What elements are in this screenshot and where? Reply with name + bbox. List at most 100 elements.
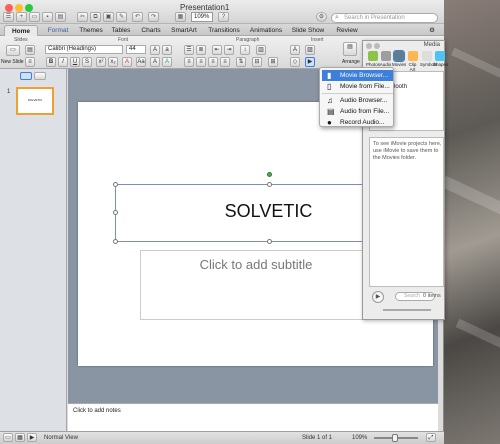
columns-icon[interactable]: ▥: [256, 45, 266, 55]
tab-animations[interactable]: Animations: [247, 25, 285, 36]
redo-icon[interactable]: ↷: [148, 12, 159, 22]
outline-view-tab[interactable]: [34, 72, 46, 80]
sidebar-toggle-icon[interactable]: ☰: [3, 12, 14, 22]
arrange-button[interactable]: Arrange: [342, 59, 360, 65]
media-tab-audio[interactable]: Audio: [379, 51, 392, 67]
indent-icon[interactable]: ⇥: [224, 45, 234, 55]
format-painter-icon[interactable]: ✎: [116, 12, 127, 22]
menu-item-record-audio[interactable]: ● Record Audio...: [322, 117, 393, 128]
group-label-slides: Slides: [14, 37, 28, 43]
slide-counter: Slide 1 of 1: [302, 435, 333, 441]
align-right-icon[interactable]: ≡: [208, 57, 218, 67]
section-icon[interactable]: ≡: [25, 57, 35, 67]
tab-tables[interactable]: Tables: [109, 25, 133, 36]
slideshow-view-icon[interactable]: ▶: [27, 433, 37, 442]
copy-icon[interactable]: ⧉: [90, 12, 101, 22]
minimize-window-button[interactable]: [15, 4, 23, 12]
resize-handle[interactable]: [113, 182, 118, 187]
bullets-icon[interactable]: ☰: [184, 45, 194, 55]
tab-charts[interactable]: Charts: [139, 25, 163, 36]
search-input[interactable]: ⌕ Search in Presentation: [331, 13, 438, 23]
underline-icon[interactable]: U: [70, 57, 80, 67]
font-color-icon[interactable]: A: [122, 57, 132, 67]
picture-icon[interactable]: ▨: [305, 45, 315, 55]
media-tab-clip-art[interactable]: Clip Art: [406, 51, 419, 72]
new-slide-icon[interactable]: ▭: [6, 45, 20, 56]
help-icon[interactable]: ?: [218, 12, 229, 22]
settings-icon[interactable]: ⚙: [316, 12, 327, 22]
undo-icon[interactable]: ↶: [132, 12, 143, 22]
resize-handle[interactable]: [267, 239, 272, 244]
shape-icon[interactable]: ◇: [290, 57, 300, 67]
media-tab-shapes[interactable]: Shapes: [433, 51, 448, 67]
resize-handle[interactable]: [113, 210, 118, 215]
layout-icon[interactable]: ▤: [25, 45, 35, 55]
bold-icon[interactable]: B: [46, 57, 56, 67]
tab-transitions[interactable]: Transitions: [206, 25, 242, 36]
menu-item-audio-browser[interactable]: ♫ Audio Browser...: [322, 95, 393, 106]
line-spacing-icon[interactable]: ↕: [240, 45, 250, 55]
desktop-background: [440, 0, 500, 444]
tab-slide-show[interactable]: Slide Show: [291, 25, 325, 36]
resize-handle[interactable]: [113, 239, 118, 244]
text-box-icon[interactable]: A: [290, 45, 300, 55]
grow-font-icon[interactable]: A: [150, 45, 160, 55]
save-icon[interactable]: ▪: [42, 12, 53, 22]
menu-item-audio-from-file[interactable]: ▤ Audio from File...: [322, 106, 393, 117]
cut-icon[interactable]: ✂: [77, 12, 88, 22]
zoom-field[interactable]: 109%: [191, 12, 213, 22]
sorter-view-icon[interactable]: ▦: [15, 433, 25, 442]
align-text-icon[interactable]: ⊟: [252, 57, 262, 67]
outdent-icon[interactable]: ⇤: [212, 45, 222, 55]
align-center-icon[interactable]: ≡: [196, 57, 206, 67]
ribbon-options-icon[interactable]: ⚙: [425, 25, 439, 36]
shrink-font-icon[interactable]: a: [162, 45, 172, 55]
smartart-convert-icon[interactable]: ⊞: [268, 57, 278, 67]
subscript-icon[interactable]: x₂: [108, 57, 118, 67]
notes-placeholder[interactable]: Click to add notes: [73, 408, 121, 414]
open-icon[interactable]: ▭: [29, 12, 40, 22]
clear-format-icon[interactable]: A: [150, 57, 160, 67]
font-name-field[interactable]: Calibri (Headings): [45, 45, 123, 54]
menu-item-movie-from-file[interactable]: ▯ Movie from File...: [322, 81, 393, 92]
justify-icon[interactable]: ≡: [220, 57, 230, 67]
resize-handle[interactable]: [267, 182, 272, 187]
highlight-icon[interactable]: A: [162, 57, 172, 67]
tab-format[interactable]: Format: [44, 25, 72, 36]
align-left-icon[interactable]: ≡: [184, 57, 194, 67]
media-icon[interactable]: ▶: [305, 57, 315, 67]
italic-icon[interactable]: I: [58, 57, 68, 67]
tab-themes[interactable]: Themes: [77, 25, 105, 36]
normal-view-icon[interactable]: ▭: [3, 433, 13, 442]
fit-window-icon[interactable]: ⤢: [426, 433, 436, 442]
media-tab-photos[interactable]: Photos: [366, 51, 380, 67]
print-icon[interactable]: ▤: [55, 12, 66, 22]
media-tab-symbols[interactable]: Symbols: [420, 51, 437, 67]
subtitle-text[interactable]: Click to add subtitle: [141, 257, 371, 272]
font-size-field[interactable]: 44: [126, 45, 146, 54]
media-tab-movies[interactable]: Movies: [392, 50, 406, 67]
gallery-icon[interactable]: ▦: [175, 12, 186, 22]
text-direction-icon[interactable]: ⇅: [236, 57, 246, 67]
numbering-icon[interactable]: ≣: [196, 45, 206, 55]
new-slide-button[interactable]: New Slide: [1, 59, 24, 65]
media-size-slider[interactable]: [383, 309, 431, 311]
superscript-icon[interactable]: x²: [96, 57, 106, 67]
notes-pane[interactable]: Click to add notes: [68, 403, 438, 431]
menu-item-movie-browser[interactable]: ▮ Movie Browser...: [322, 70, 393, 81]
tab-review[interactable]: Review: [333, 25, 361, 36]
change-case-icon[interactable]: Aa: [136, 57, 146, 67]
tab-home[interactable]: Home: [4, 25, 38, 36]
rotate-handle[interactable]: [267, 172, 272, 177]
close-window-button[interactable]: [5, 4, 13, 12]
strikethrough-icon[interactable]: S: [82, 57, 92, 67]
tab-smartart[interactable]: SmartArt: [169, 25, 199, 36]
slide-thumbnail[interactable]: SOLVETIC: [16, 87, 54, 115]
slides-view-tab[interactable]: [20, 72, 32, 80]
zoom-window-button[interactable]: [25, 4, 33, 12]
play-icon[interactable]: ▶: [372, 291, 384, 303]
zoom-slider-thumb[interactable]: [392, 434, 398, 442]
arrange-icon[interactable]: ▤: [343, 42, 357, 56]
paste-icon[interactable]: ▣: [103, 12, 114, 22]
new-icon[interactable]: +: [16, 12, 27, 22]
